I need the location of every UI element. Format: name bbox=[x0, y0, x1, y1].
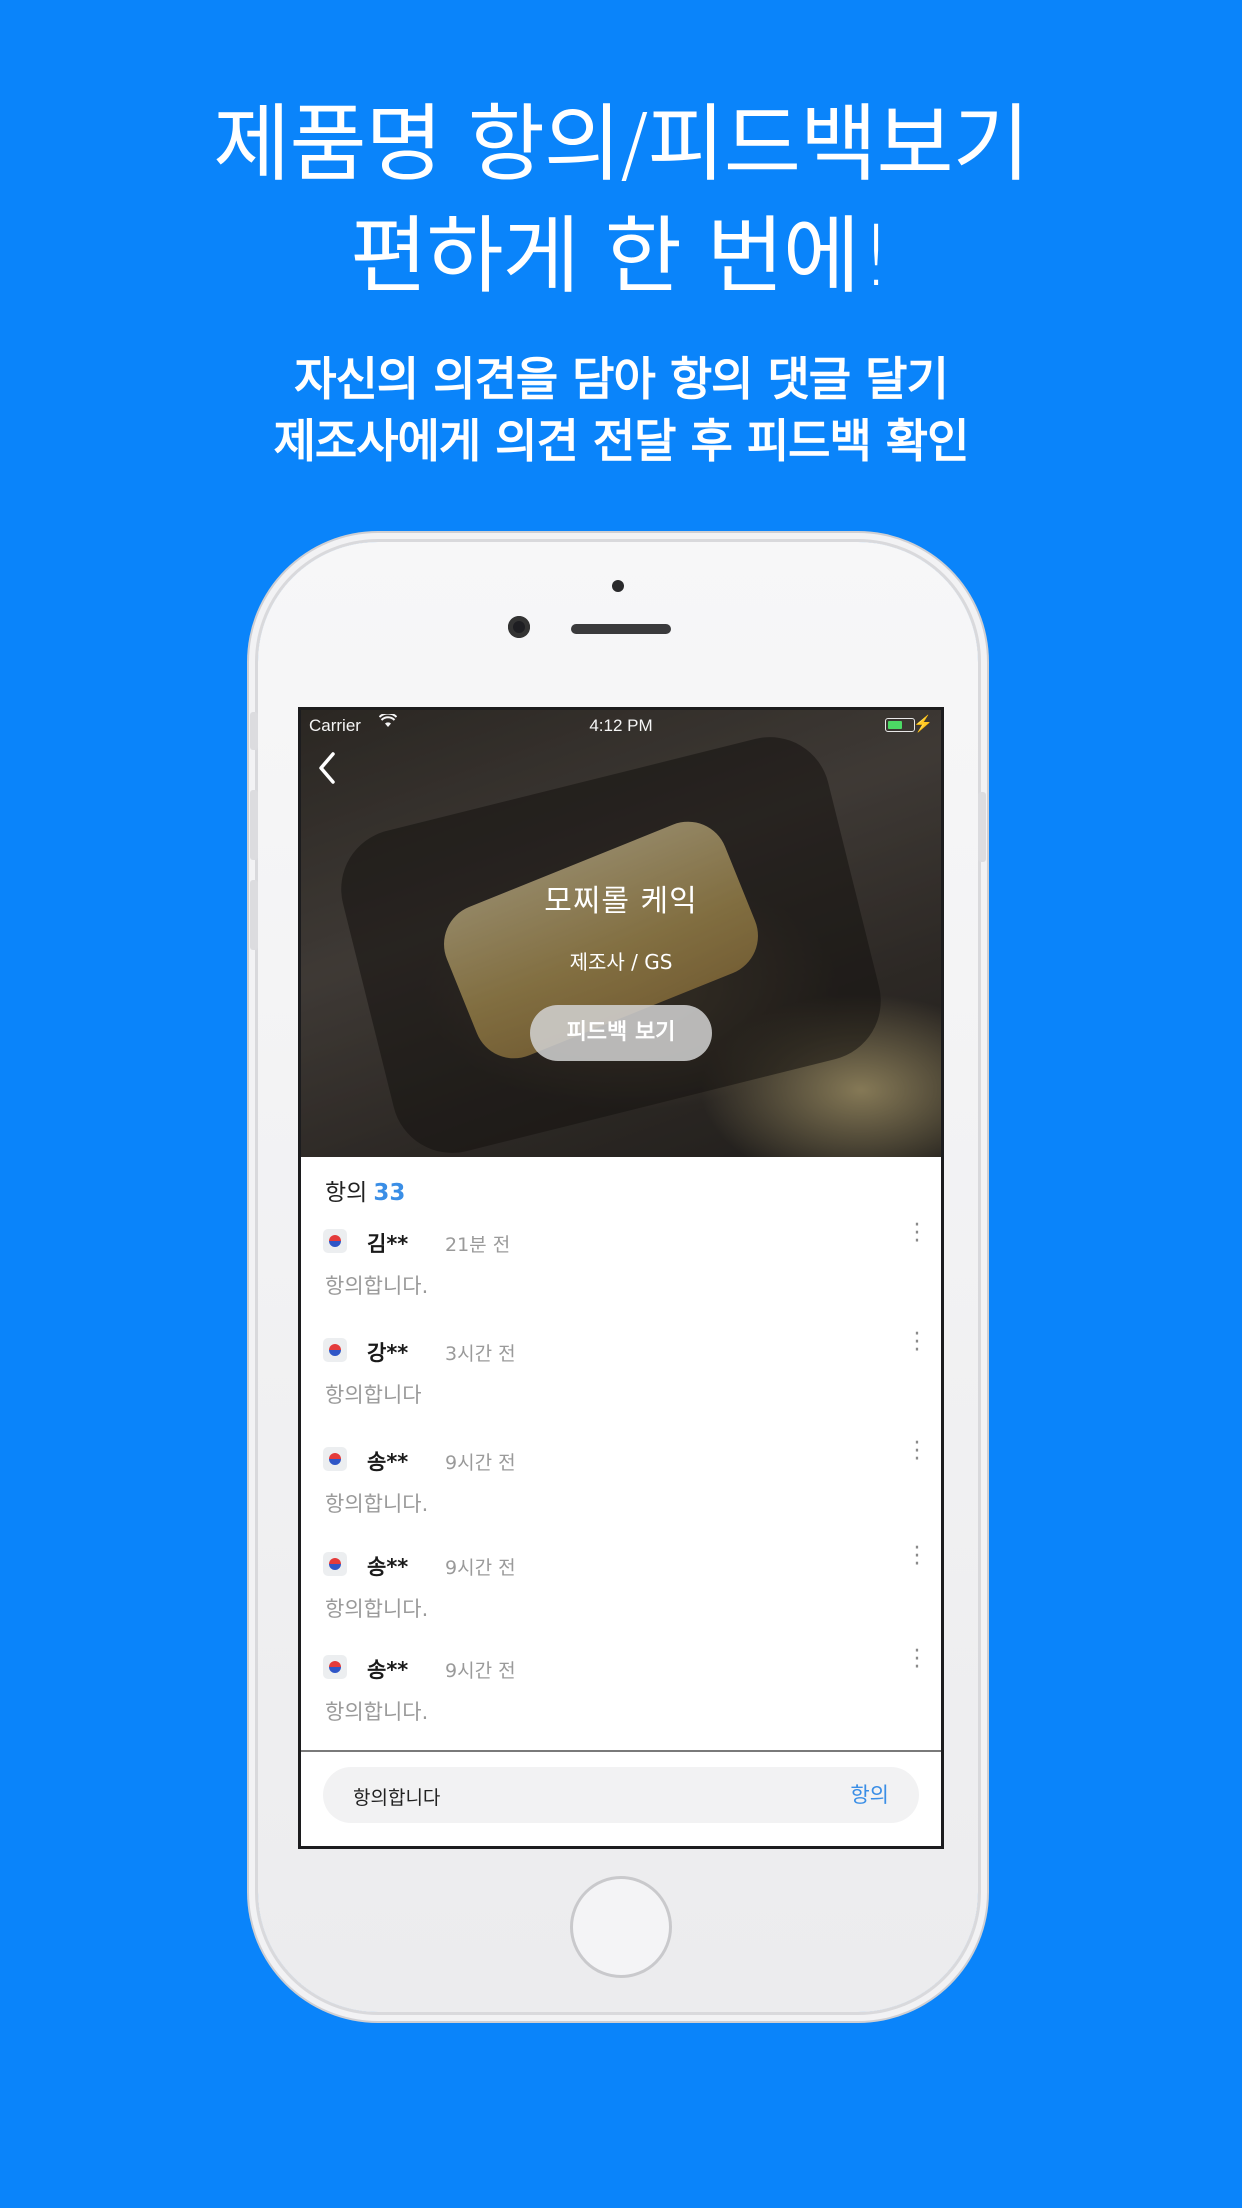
comment-item: 김** 21분 전 · · · 항의합니다. bbox=[301, 1215, 941, 1320]
more-options-icon[interactable]: · · · bbox=[907, 1538, 927, 1577]
headline-line-2: 편하게 한 번에! bbox=[350, 207, 893, 305]
front-camera bbox=[508, 616, 530, 638]
comment-item: 송** 9시간 전 · · · 항의합니다. bbox=[301, 1538, 941, 1643]
volume-up-button bbox=[250, 790, 258, 860]
battery-icon bbox=[885, 718, 915, 732]
earpiece-speaker bbox=[571, 624, 671, 634]
more-options-icon[interactable]: · · · bbox=[907, 1641, 927, 1680]
korea-flag-icon bbox=[323, 1338, 347, 1362]
proximity-sensor bbox=[612, 580, 624, 592]
comment-body: 항의합니다. bbox=[325, 1700, 429, 1724]
clock: 4:12 PM bbox=[589, 716, 653, 735]
comment-body: 항의합니다. bbox=[325, 1597, 429, 1621]
home-button[interactable] bbox=[570, 1876, 672, 1978]
more-options-icon[interactable]: · · · bbox=[907, 1215, 927, 1254]
comment-time: 3시간 전 bbox=[445, 1343, 516, 1365]
volume-down-button bbox=[250, 880, 258, 950]
charging-bolt-icon: ⚡ bbox=[913, 716, 933, 733]
comment-author: 송** bbox=[367, 1450, 409, 1474]
comment-author: 김** bbox=[367, 1232, 409, 1256]
product-hero-image: Carrier 4:12 PM ⚡ 모찌롤 케익 제조사 / GS 피드백 보기 bbox=[301, 710, 941, 1166]
status-bar: Carrier 4:12 PM ⚡ bbox=[301, 710, 941, 740]
phone-frame: Carrier 4:12 PM ⚡ 모찌롤 케익 제조사 / GS 피드백 보기… bbox=[250, 542, 986, 2012]
comment-composer: 항의 bbox=[323, 1767, 919, 1825]
comment-time: 9시간 전 bbox=[445, 1452, 516, 1474]
headline-line-1: 제품명 항의/피드백보기 bbox=[213, 95, 1030, 193]
comment-author: 송** bbox=[367, 1658, 409, 1682]
comment-body: 항의합니다 bbox=[325, 1383, 422, 1407]
comment-item: 강** 3시간 전 · · · 항의합니다 bbox=[301, 1324, 941, 1429]
korea-flag-icon bbox=[323, 1447, 347, 1471]
korea-flag-icon bbox=[323, 1229, 347, 1253]
product-title: 모찌롤 케익 bbox=[544, 884, 698, 919]
korea-flag-icon bbox=[323, 1655, 347, 1679]
comment-count: 33 bbox=[373, 1180, 406, 1206]
subheadline-line-1: 자신의 의견을 담아 항의 댓글 달기 bbox=[294, 352, 949, 406]
submit-protest-button[interactable]: 항의 bbox=[850, 1767, 889, 1823]
comment-body: 항의합니다. bbox=[325, 1274, 429, 1298]
promo-headline: 제품명 항의/피드백보기 편하게 한 번에! 자신의 의견을 담아 항의 댓글 … bbox=[0, 88, 1242, 472]
product-maker: 제조사 / GS bbox=[569, 950, 673, 974]
comment-time: 9시간 전 bbox=[445, 1557, 516, 1579]
mute-switch bbox=[250, 712, 258, 750]
more-options-icon[interactable]: · · · bbox=[907, 1433, 927, 1472]
comment-item: 송** 9시간 전 · · · 항의합니다. bbox=[301, 1433, 941, 1538]
more-options-icon[interactable]: · · · bbox=[907, 1324, 927, 1363]
comment-time: 9시간 전 bbox=[445, 1660, 516, 1682]
comment-item: 송** 9시간 전 · · · 항의합니다. bbox=[301, 1641, 941, 1746]
chevron-left-icon bbox=[319, 752, 335, 784]
comment-time: 21분 전 bbox=[445, 1234, 511, 1256]
back-button[interactable] bbox=[313, 750, 349, 790]
comment-author: 강** bbox=[367, 1341, 409, 1365]
comment-input[interactable] bbox=[351, 1767, 775, 1825]
hero-overlay bbox=[301, 710, 941, 1157]
composer-divider bbox=[301, 1750, 941, 1752]
subheadline-line-2: 제조사에게 의견 전달 후 피드백 확인 bbox=[273, 414, 970, 468]
comment-count-row: 항의 33 bbox=[325, 1173, 405, 1207]
app-screen: Carrier 4:12 PM ⚡ 모찌롤 케익 제조사 / GS 피드백 보기… bbox=[298, 707, 944, 1849]
power-button bbox=[978, 792, 986, 862]
comment-author: 송** bbox=[367, 1555, 409, 1579]
comment-count-label: 항의 bbox=[325, 1180, 368, 1206]
view-feedback-button[interactable]: 피드백 보기 bbox=[530, 1005, 712, 1061]
korea-flag-icon bbox=[323, 1552, 347, 1576]
comment-body: 항의합니다. bbox=[325, 1492, 429, 1516]
